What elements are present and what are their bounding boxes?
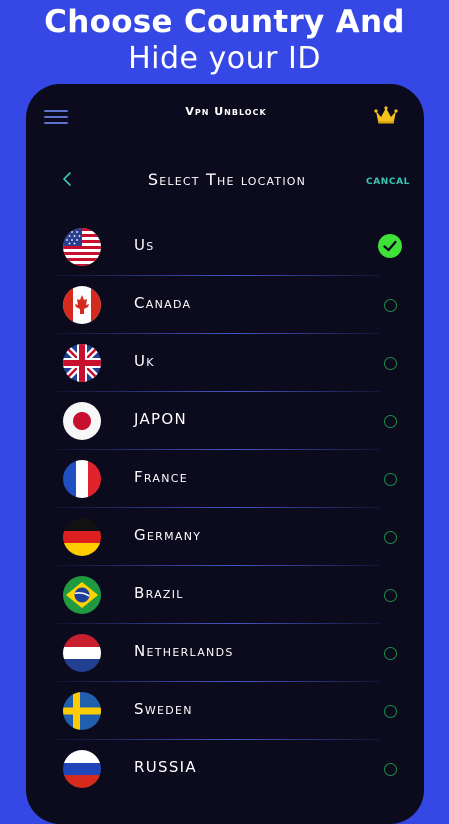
location-item-germany[interactable]: Germany [26, 518, 424, 576]
location-name: Sweden [134, 700, 193, 718]
row-divider [56, 739, 380, 740]
app-title: Vpn Unblock [185, 105, 267, 118]
radio-icon[interactable] [384, 415, 397, 428]
radio-icon[interactable] [384, 473, 397, 486]
netherlands-flag-icon [63, 634, 101, 672]
radio-icon[interactable] [384, 647, 397, 660]
canada-flag-icon [63, 286, 101, 324]
cancel-button[interactable]: CANCAL [366, 177, 410, 187]
row-divider [56, 391, 380, 392]
sweden-flag-icon [63, 692, 101, 730]
chevron-left-icon[interactable] [60, 170, 74, 188]
radio-icon[interactable] [384, 299, 397, 312]
location-item-us[interactable]: Us [26, 228, 424, 286]
russia-flag-icon [63, 750, 101, 788]
row-divider [56, 507, 380, 508]
row-divider [56, 449, 380, 450]
hamburger-icon[interactable] [44, 110, 68, 124]
radio-icon[interactable] [384, 589, 397, 602]
row-divider [56, 275, 380, 276]
location-item-uk[interactable]: Uk [26, 344, 424, 402]
location-name: Us [134, 236, 155, 254]
location-name: Brazil [134, 584, 184, 602]
location-name: JAPON [134, 410, 187, 428]
location-item-france[interactable]: France [26, 460, 424, 518]
japan-flag-icon [63, 402, 101, 440]
location-item-russia[interactable]: RUSSIA [26, 750, 424, 808]
location-name: Canada [134, 294, 192, 312]
radio-icon[interactable] [384, 763, 397, 776]
location-name: Germany [134, 526, 202, 544]
radio-icon[interactable] [384, 705, 397, 718]
promo-headline: Choose Country And [44, 4, 405, 40]
brazil-flag-icon [63, 576, 101, 614]
location-item-canada[interactable]: Canada [26, 286, 424, 344]
phone-screen: Vpn Unblock Select The location CANCAL U… [26, 84, 424, 824]
location-item-japan[interactable]: JAPON [26, 402, 424, 460]
row-divider [56, 623, 380, 624]
uk-flag-icon [63, 344, 101, 382]
germany-flag-icon [63, 518, 101, 556]
location-item-sweden[interactable]: Sweden [26, 692, 424, 750]
row-divider [56, 681, 380, 682]
location-item-brazil[interactable]: Brazil [26, 576, 424, 634]
location-item-netherlands[interactable]: Netherlands [26, 634, 424, 692]
location-name: France [134, 468, 189, 486]
crown-icon[interactable] [374, 106, 398, 124]
radio-icon[interactable] [384, 531, 397, 544]
france-flag-icon [63, 460, 101, 498]
promo-subheadline: Hide your ID [128, 41, 321, 76]
us-flag-icon [63, 228, 101, 266]
select-location-title: Select The location [147, 170, 307, 189]
selected-check-icon[interactable] [378, 234, 402, 258]
radio-icon[interactable] [384, 357, 397, 370]
location-name: RUSSIA [134, 758, 197, 776]
location-name: Uk [134, 352, 155, 370]
row-divider [56, 565, 380, 566]
row-divider [56, 333, 380, 334]
location-name: Netherlands [134, 642, 234, 660]
